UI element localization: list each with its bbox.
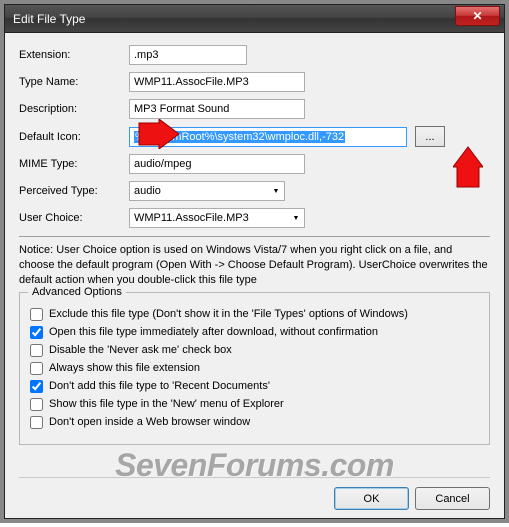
browse-label: ... xyxy=(425,131,434,143)
close-button[interactable]: ✕ xyxy=(455,6,500,26)
watermark-text: SevenForums.com xyxy=(5,447,504,484)
row-typename: Type Name: xyxy=(19,72,490,92)
window-title: Edit File Type xyxy=(13,12,85,26)
label-typename: Type Name: xyxy=(19,76,129,88)
advanced-checkbox-label[interactable]: Open this file type immediately after do… xyxy=(49,326,378,338)
advanced-option-row: Exclude this file type (Don't show it in… xyxy=(30,308,479,321)
titlebar: Edit File Type ✕ xyxy=(5,5,504,33)
advanced-legend: Advanced Options xyxy=(28,286,126,298)
row-description: Description: xyxy=(19,99,490,119)
label-userchoice: User Choice: xyxy=(19,212,129,224)
advanced-checkbox-label[interactable]: Don't open inside a Web browser window xyxy=(49,416,250,428)
advanced-checkbox-label[interactable]: Disable the 'Never ask me' check box xyxy=(49,344,232,356)
row-extension: Extension: xyxy=(19,45,490,65)
advanced-checkbox[interactable] xyxy=(30,416,43,429)
chevron-down-icon xyxy=(288,209,304,227)
row-defaulticon: Default Icon: %SystemRoot%\system32\wmpl… xyxy=(19,126,490,147)
extension-field[interactable] xyxy=(129,45,247,65)
advanced-option-row: Disable the 'Never ask me' check box xyxy=(30,344,479,357)
advanced-checkbox-label[interactable]: Exclude this file type (Don't show it in… xyxy=(49,308,408,320)
notice-text: Notice: User Choice option is used on Wi… xyxy=(19,243,490,288)
label-defaulticon: Default Icon: xyxy=(19,131,129,143)
advanced-options-group: Advanced Options Exclude this file type … xyxy=(19,292,490,445)
advanced-checkbox[interactable] xyxy=(30,398,43,411)
button-bar: OK Cancel xyxy=(334,487,490,510)
perceivedtype-value: audio xyxy=(130,185,268,197)
advanced-checkbox-label[interactable]: Always show this file extension xyxy=(49,362,200,374)
advanced-option-row: Don't add this file type to 'Recent Docu… xyxy=(30,380,479,393)
advanced-checkbox[interactable] xyxy=(30,344,43,357)
description-field[interactable] xyxy=(129,99,305,119)
typename-field[interactable] xyxy=(129,72,305,92)
defaulticon-field[interactable]: %SystemRoot%\system32\wmploc.dll,-732 xyxy=(129,127,407,147)
window-frame: Edit File Type ✕ Extension: Type Name: D… xyxy=(4,4,505,519)
mimetype-field[interactable] xyxy=(129,154,305,174)
row-userchoice: User Choice: WMP11.AssocFile.MP3 xyxy=(19,208,490,228)
advanced-checkbox-label[interactable]: Don't add this file type to 'Recent Docu… xyxy=(49,380,270,392)
row-perceivedtype: Perceived Type: audio xyxy=(19,181,490,201)
perceivedtype-dropdown[interactable]: audio xyxy=(129,181,285,201)
advanced-checkbox[interactable] xyxy=(30,362,43,375)
advanced-checkbox[interactable] xyxy=(30,326,43,339)
advanced-option-row: Open this file type immediately after do… xyxy=(30,326,479,339)
label-extension: Extension: xyxy=(19,49,129,61)
label-description: Description: xyxy=(19,103,129,115)
advanced-option-row: Show this file type in the 'New' menu of… xyxy=(30,398,479,411)
browse-button[interactable]: ... xyxy=(415,126,445,147)
advanced-checkbox[interactable] xyxy=(30,380,43,393)
advanced-checkbox[interactable] xyxy=(30,308,43,321)
row-mimetype: MIME Type: xyxy=(19,154,490,174)
label-perceivedtype: Perceived Type: xyxy=(19,185,129,197)
userchoice-value: WMP11.AssocFile.MP3 xyxy=(130,212,288,224)
bottom-separator xyxy=(19,477,490,478)
ok-button[interactable]: OK xyxy=(334,487,409,510)
advanced-option-row: Don't open inside a Web browser window xyxy=(30,416,479,429)
content-area: Extension: Type Name: Description: Defau… xyxy=(5,33,504,453)
advanced-option-row: Always show this file extension xyxy=(30,362,479,375)
userchoice-dropdown[interactable]: WMP11.AssocFile.MP3 xyxy=(129,208,305,228)
advanced-checkbox-label[interactable]: Show this file type in the 'New' menu of… xyxy=(49,398,284,410)
close-icon: ✕ xyxy=(472,9,482,23)
label-mimetype: MIME Type: xyxy=(19,158,129,170)
chevron-down-icon xyxy=(268,182,284,200)
cancel-button[interactable]: Cancel xyxy=(415,487,490,510)
defaulticon-selected-text: %SystemRoot%\system32\wmploc.dll,-732 xyxy=(134,131,345,143)
separator xyxy=(19,236,490,237)
